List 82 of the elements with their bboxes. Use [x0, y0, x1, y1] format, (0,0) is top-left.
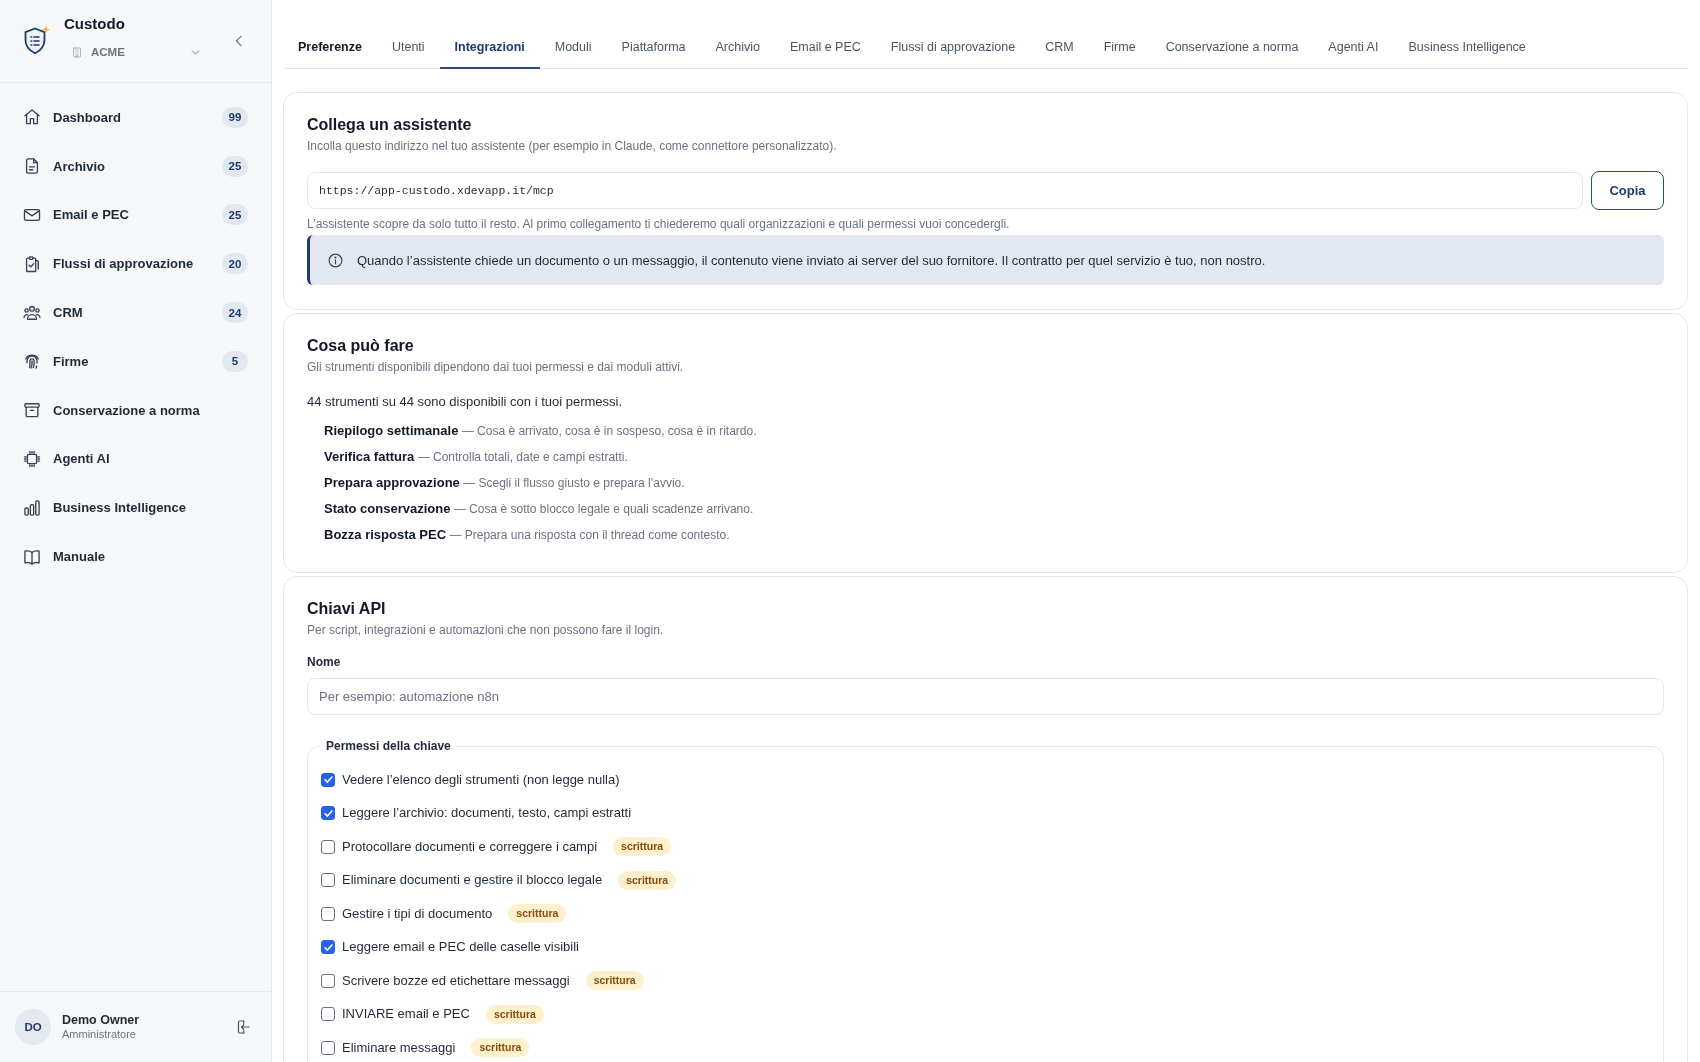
tab[interactable]: Firme — [1088, 26, 1151, 69]
tab[interactable]: Business Intelligence — [1393, 26, 1541, 69]
checkbox[interactable] — [321, 906, 335, 921]
help-text: L’assistente scopre da solo tutto il resto. Al primo collegamento ti chiederemo quali organizzazioni e quali permessi vuoi concedergli. — [307, 216, 1011, 232]
tool-description: Verifica fattura — Controlla totali, date e campi estratti. — [324, 448, 629, 466]
permissions-legend: Permessi della chiave — [321, 737, 456, 755]
nav-item[interactable]: CRM — [22, 302, 83, 323]
checkbox[interactable] — [321, 940, 335, 955]
copy-button[interactable]: Copia — [1591, 171, 1664, 210]
url-field[interactable]: https://app-custodo.xdevapp.it/mcp — [307, 172, 1583, 209]
count-badge: 20 — [222, 253, 248, 275]
nav-item[interactable]: Firme — [22, 351, 89, 372]
tab[interactable]: Agenti AI — [1313, 26, 1394, 69]
tab[interactable]: Preferenze — [283, 26, 377, 69]
count-badge: 25 — [222, 155, 248, 177]
nav-item[interactable]: Email e PEC — [22, 205, 129, 225]
tab[interactable]: Piattaforma — [606, 26, 701, 69]
permission-label: INVIARE email e PEC — [342, 1005, 470, 1024]
nav-item[interactable]: Archivio — [22, 156, 105, 177]
checkbox[interactable] — [321, 772, 335, 787]
tool-description: Prepara approvazione — Scegli il flusso giusto e prepara l’avvio. — [324, 474, 686, 492]
tab[interactable]: CRM — [1030, 26, 1089, 69]
count-badge: 24 — [222, 302, 248, 324]
checkbox[interactable] — [321, 806, 335, 821]
card-title: Collega un assistente — [307, 115, 473, 135]
tab[interactable]: Email e PEC — [774, 26, 876, 69]
building-icon — [71, 45, 83, 59]
permission-tag: scrittura — [618, 870, 677, 890]
organization-selector[interactable]: ACME — [64, 40, 208, 64]
permission-label: Eliminare messaggi — [342, 1038, 456, 1057]
checkbox[interactable] — [321, 1007, 335, 1022]
tool-description: Bozza risposta PEC — Prepara una risposta con il thread come contesto. — [324, 526, 731, 544]
checkbox[interactable] — [321, 873, 335, 888]
count-badge: 5 — [222, 350, 248, 372]
card-title: Chiavi API — [307, 599, 387, 619]
permission-tag: scrittura — [613, 837, 672, 857]
tab[interactable]: Flussi di approvazione — [875, 26, 1031, 69]
nav-item[interactable]: Business Intelligence — [22, 497, 186, 518]
permission-tag: scrittura — [471, 1038, 530, 1058]
tab[interactable]: Utenti — [376, 26, 440, 69]
chip-icon — [22, 448, 42, 469]
permission-label: Eliminare documenti e gestire il blocco legale — [342, 871, 603, 890]
user-name: Demo Owner — [62, 1013, 140, 1028]
field-label: Nome — [307, 654, 342, 671]
tool-description: Riepilogo settimanale — Cosa è arrivato, cosa è in sospeso, cosa è in ritardo. — [324, 422, 758, 440]
info-text: Quando l’assistente chiede un documento o un messaggio, il contenuto viene inviato ai server del suo fornitore. Il contratto per quel servizio è tuo, non nostro. — [357, 252, 1266, 268]
checkbox[interactable] — [321, 839, 335, 854]
tab[interactable]: Integrazioni — [439, 26, 540, 69]
count-badge: 25 — [222, 204, 248, 226]
permission-tag: scrittura — [508, 904, 567, 924]
count-badge: 99 — [222, 106, 248, 128]
checkbox[interactable] — [321, 1040, 335, 1055]
card-subtitle: Gli strumenti disponibili dipendono dai tuoi permessi e dai moduli attivi. — [307, 359, 685, 376]
permission-label: Vedere l’elenco degli strumenti (non legge nulla) — [342, 770, 620, 789]
permission-label: Gestire i tipi di documento — [342, 904, 493, 923]
permission-label: Leggere l’archivio: documenti, testo, campi estratti — [342, 804, 632, 823]
nav-item[interactable]: Conservazione a norma — [22, 400, 200, 421]
nav-item[interactable]: Manuale — [22, 546, 105, 567]
card-title: Cosa può fare — [307, 336, 415, 356]
name-field[interactable]: Per esempio: automazione n8n — [307, 678, 1664, 715]
user-role: Amministratore — [62, 1028, 137, 1041]
tab[interactable]: Archivio — [700, 26, 775, 69]
permission-label: Protocollare documenti e correggere i campi — [342, 837, 598, 856]
info-icon — [327, 251, 344, 269]
permission-label: Leggere email e PEC delle caselle visibili — [342, 938, 579, 957]
permission-tag: scrittura — [585, 971, 644, 991]
nav-item[interactable]: Flussi di approvazione — [22, 253, 194, 274]
permission-tag: scrittura — [485, 1004, 544, 1024]
tool-description: Stato conservazione — Cosa è sotto blocco legale e quali scadenze arrivano. — [324, 500, 755, 518]
nav-item[interactable]: Dashboard — [22, 107, 121, 128]
checkbox[interactable] — [321, 973, 335, 988]
card-subtitle: Incolla questo indirizzo nel tuo assistente (per esempio in Claude, come connettore personalizzato). — [307, 138, 838, 155]
shield-logo-icon — [22, 25, 50, 57]
user-avatar: DO — [15, 1009, 51, 1045]
app-name: Custodo — [64, 14, 126, 34]
tab[interactable]: Moduli — [539, 26, 607, 69]
permission-label: Scrivere bozze ed etichettare messaggi — [342, 971, 570, 990]
tab[interactable]: Conservazione a norma — [1150, 26, 1314, 69]
nav-item[interactable]: Agenti AI — [22, 448, 110, 469]
card-subtitle: Per script, integrazioni e automazioni che non possono fare il login. — [307, 622, 665, 639]
bar-chart-icon — [22, 497, 42, 518]
summary-text: 44 strumenti su 44 sono disponibili con i tuoi permessi. — [307, 393, 624, 411]
